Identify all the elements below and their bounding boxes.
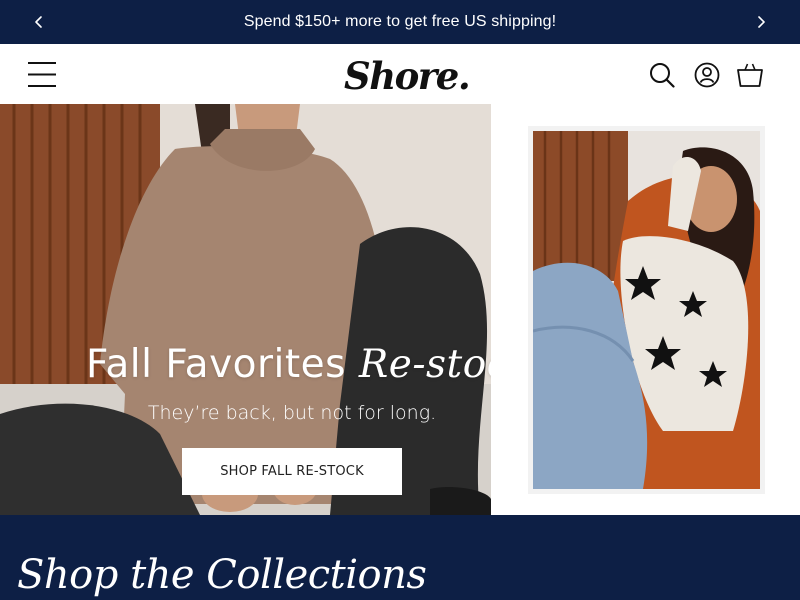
featured-photo-frame[interactable] [528,126,765,494]
site-header: Shore. [0,44,800,104]
account-icon[interactable] [694,62,720,88]
hero-title-main: Fall Favorites [86,342,346,387]
hero-title-accent: Re-stocked [358,342,491,387]
announcement-bar: Spend $150+ more to get free US shipping… [0,0,800,44]
hero-banner[interactable]: Fall Favorites Re-stocked They’re back, … [0,104,491,515]
chevron-right-icon[interactable] [751,12,771,32]
hamburger-menu-icon[interactable] [28,61,56,88]
collections-section: Shop the Collections [0,515,800,600]
site-logo[interactable]: Shore. [340,50,471,100]
hero-subtitle: They’re back, but not for long. [147,402,437,424]
logo-text: Shore. [344,54,471,98]
hero-title: Fall Favorites Re-stocked [86,342,491,387]
cart-icon[interactable] [737,62,763,88]
featured-photo [533,131,760,489]
collections-heading: Shop the Collections [17,552,427,598]
shop-fall-restock-button[interactable]: SHOP FALL RE-STOCK [182,448,402,495]
announcement-message: Spend $150+ more to get free US shipping… [243,13,557,30]
search-icon[interactable] [649,62,675,88]
